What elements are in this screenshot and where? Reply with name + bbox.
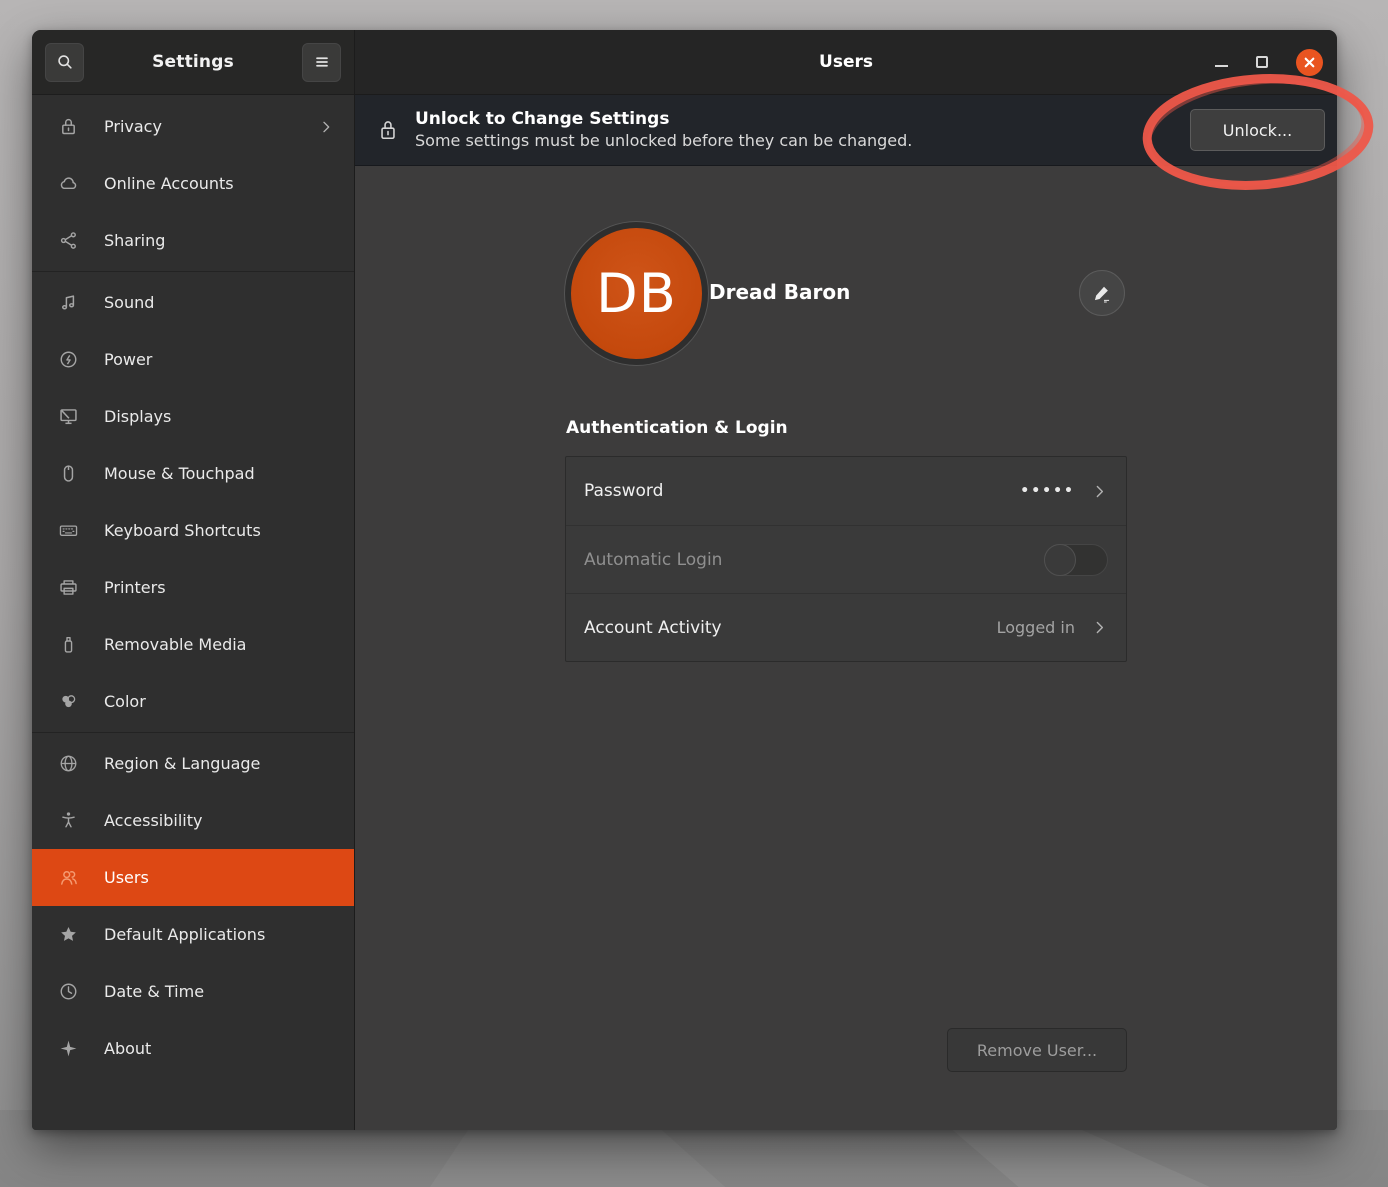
flash-drive-icon xyxy=(57,634,79,656)
password-label: Password xyxy=(584,481,1010,501)
sparkle-icon xyxy=(57,1038,79,1060)
sidebar-divider xyxy=(32,732,354,733)
maximize-button[interactable] xyxy=(1256,56,1268,68)
sidebar-item-label: Date & Time xyxy=(104,982,334,1001)
titlebar: Users xyxy=(355,30,1337,95)
color-circles-icon xyxy=(57,691,79,713)
unlock-banner-subtitle: Some settings must be unlocked before th… xyxy=(415,130,912,152)
auth-panel: Password ••••• Automatic Login Account A… xyxy=(565,456,1127,662)
toggle-knob xyxy=(1044,544,1076,576)
section-heading: Authentication & Login xyxy=(566,418,788,438)
sidebar-item-mouse-touchpad[interactable]: Mouse & Touchpad xyxy=(32,445,354,502)
sidebar-item-removable-media[interactable]: Removable Media xyxy=(32,616,354,673)
unlock-banner-title: Unlock to Change Settings xyxy=(415,108,912,130)
password-dots: ••••• xyxy=(1020,483,1075,499)
minimize-button[interactable] xyxy=(1215,65,1228,67)
sidebar-item-region-language[interactable]: Region & Language xyxy=(32,735,354,792)
sidebar-item-label: Accessibility xyxy=(104,811,334,830)
sidebar-item-label: Default Applications xyxy=(104,925,334,944)
sidebar-item-sound[interactable]: Sound xyxy=(32,274,354,331)
automatic-login-toggle[interactable] xyxy=(1044,544,1108,576)
sidebar: Settings Privacy xyxy=(32,30,355,1130)
power-bolt-icon xyxy=(57,349,79,371)
sidebar-list: Privacy Online Accounts xyxy=(32,95,354,1130)
sidebar-item-label: Removable Media xyxy=(104,635,334,654)
avatar[interactable]: DB xyxy=(571,228,702,359)
sidebar-title: Settings xyxy=(152,52,234,72)
sidebar-item-printers[interactable]: Printers xyxy=(32,559,354,616)
globe-icon xyxy=(57,753,79,775)
clock-icon xyxy=(57,981,79,1003)
keyboard-icon xyxy=(57,520,79,542)
sidebar-item-label: Displays xyxy=(104,407,334,426)
lock-icon xyxy=(57,116,79,138)
account-activity-label: Account Activity xyxy=(584,618,987,638)
window-controls xyxy=(1215,49,1337,76)
sidebar-item-keyboard-shortcuts[interactable]: Keyboard Shortcuts xyxy=(32,502,354,559)
sidebar-item-about[interactable]: About xyxy=(32,1020,354,1077)
account-activity-value: Logged in xyxy=(997,618,1075,637)
sidebar-item-label: Printers xyxy=(104,578,334,597)
sidebar-item-date-time[interactable]: Date & Time xyxy=(32,963,354,1020)
automatic-login-row: Automatic Login xyxy=(566,525,1126,593)
remove-user-button[interactable]: Remove User... xyxy=(947,1028,1127,1072)
sidebar-item-displays[interactable]: Displays xyxy=(32,388,354,445)
sidebar-header: Settings xyxy=(32,30,354,95)
page-title: Users xyxy=(355,52,1337,72)
menu-button[interactable] xyxy=(302,43,341,82)
edit-name-button[interactable] xyxy=(1079,270,1125,316)
account-activity-row[interactable]: Account Activity Logged in xyxy=(566,593,1126,661)
sidebar-item-color[interactable]: Color xyxy=(32,673,354,730)
users-icon xyxy=(57,867,79,889)
sidebar-item-label: Online Accounts xyxy=(104,174,334,193)
chevron-right-icon xyxy=(1091,619,1108,636)
cloud-icon xyxy=(57,173,79,195)
sidebar-item-label: Power xyxy=(104,350,334,369)
sidebar-item-default-applications[interactable]: Default Applications xyxy=(32,906,354,963)
chevron-right-icon xyxy=(318,119,334,135)
automatic-login-label: Automatic Login xyxy=(584,550,1034,570)
hamburger-menu-icon xyxy=(312,52,332,72)
users-content: DB Dread Baron Authentication & Login Pa… xyxy=(355,166,1337,1130)
printer-icon xyxy=(57,577,79,599)
settings-window: Settings Privacy xyxy=(32,30,1337,1130)
sidebar-item-label: Mouse & Touchpad xyxy=(104,464,334,483)
monitor-icon xyxy=(57,406,79,428)
sidebar-item-label: Privacy xyxy=(104,117,293,136)
avatar-ring: DB xyxy=(564,221,709,366)
star-icon xyxy=(57,924,79,946)
sidebar-item-privacy[interactable]: Privacy xyxy=(32,98,354,155)
sidebar-item-users[interactable]: Users xyxy=(32,849,354,906)
unlock-button[interactable]: Unlock... xyxy=(1190,109,1325,151)
chevron-right-icon xyxy=(1091,483,1108,500)
mouse-icon xyxy=(57,463,79,485)
search-button[interactable] xyxy=(45,43,84,82)
password-row[interactable]: Password ••••• xyxy=(566,457,1126,525)
user-full-name: Dread Baron xyxy=(709,280,850,304)
sidebar-item-label: Sound xyxy=(104,293,334,312)
accessibility-icon xyxy=(57,810,79,832)
sidebar-divider xyxy=(32,271,354,272)
sidebar-item-label: Users xyxy=(104,868,334,887)
pencil-icon xyxy=(1091,282,1113,304)
search-icon xyxy=(55,52,75,72)
share-icon xyxy=(57,230,79,252)
close-button[interactable] xyxy=(1296,49,1323,76)
sidebar-item-power[interactable]: Power xyxy=(32,331,354,388)
sidebar-item-label: Color xyxy=(104,692,334,711)
unlock-banner-text: Unlock to Change Settings Some settings … xyxy=(415,108,912,152)
main-panel: Users Unlock to Ch xyxy=(355,30,1337,1130)
sidebar-item-label: Region & Language xyxy=(104,754,334,773)
sidebar-item-online-accounts[interactable]: Online Accounts xyxy=(32,155,354,212)
sidebar-item-label: About xyxy=(104,1039,334,1058)
sidebar-item-sharing[interactable]: Sharing xyxy=(32,212,354,269)
sidebar-item-accessibility[interactable]: Accessibility xyxy=(32,792,354,849)
sidebar-item-label: Keyboard Shortcuts xyxy=(104,521,334,540)
unlock-banner: Unlock to Change Settings Some settings … xyxy=(355,95,1337,166)
lock-icon xyxy=(377,117,399,143)
music-note-icon xyxy=(57,292,79,314)
close-icon xyxy=(1303,56,1316,69)
sidebar-item-label: Sharing xyxy=(104,231,334,250)
